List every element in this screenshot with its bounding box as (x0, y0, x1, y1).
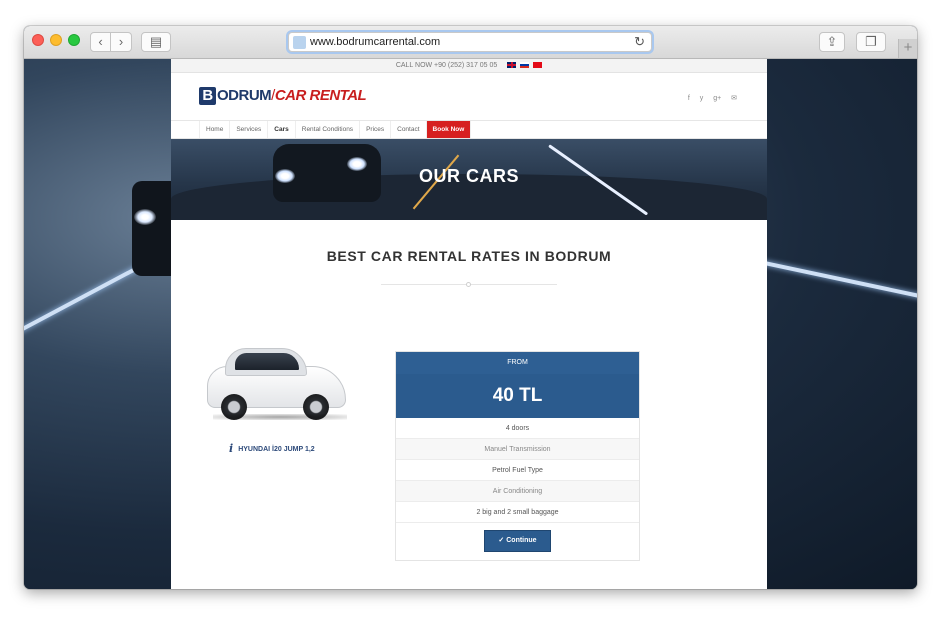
social-links: f y g+ ✉ (680, 94, 737, 102)
feature-fuel-type: Petrol Fuel Type (396, 460, 639, 481)
feature-air-conditioning: Air Conditioning (396, 481, 639, 502)
car-window (235, 353, 299, 370)
minimize-window-button[interactable] (50, 34, 62, 46)
car-name-link[interactable]: i HYUNDAI İ20 JUMP 1,2 (229, 442, 315, 455)
new-tab-button[interactable]: + (898, 39, 917, 58)
price-from-label: FROM (396, 352, 639, 374)
browser-toolbar: ‹ › ▤ www.bodrumcarrental.com ↻ ⇪ ❐ + (24, 26, 917, 59)
call-now-text: CALL NOW +90 (252) 317 05 05 (395, 62, 498, 69)
site-header: B ODRUM/CAR RENTAL f y g+ ✉ (171, 73, 767, 120)
logo-main-text: ODRUM (217, 87, 272, 104)
section-title: BEST CAR RENTAL RATES IN BODRUM (326, 248, 612, 264)
car-image[interactable] (207, 348, 350, 420)
background-road-line (760, 260, 917, 302)
twitter-icon[interactable]: y (700, 95, 704, 102)
nav-book-now-button[interactable]: Book Now (426, 121, 472, 138)
nav-rental-conditions[interactable]: Rental Conditions (296, 121, 361, 138)
website-page: CALL NOW +90 (252) 317 05 05 B ODRUM/CAR … (171, 59, 767, 589)
nav-home[interactable]: Home (199, 121, 231, 138)
feature-baggage: 2 big and 2 small baggage (396, 502, 639, 523)
feature-transmission: Manuel Transmission (396, 439, 639, 460)
maximize-window-button[interactable] (68, 34, 80, 46)
main-navigation: Home Services Cars Rental Conditions Pri… (171, 120, 767, 139)
car-name-text: HYUNDAI İ20 JUMP 1,2 (238, 446, 315, 453)
flag-ru-icon[interactable] (520, 62, 530, 68)
top-contact-bar: CALL NOW +90 (252) 317 05 05 (171, 59, 767, 73)
browser-window: ‹ › ▤ www.bodrumcarrental.com ↻ ⇪ ❐ + CA… (24, 26, 917, 589)
hero-title: OUR CARS (418, 166, 519, 186)
page-viewport: CALL NOW +90 (252) 317 05 05 B ODRUM/CAR … (24, 59, 917, 589)
url-text: www.bodrumcarrental.com (310, 36, 441, 48)
plus-icon: + (903, 39, 913, 56)
google-plus-icon[interactable]: g+ (713, 95, 721, 102)
chevron-right-icon: › (118, 34, 124, 49)
nav-contact[interactable]: Contact (391, 121, 427, 138)
tabs-overview-button[interactable]: ❐ (856, 32, 886, 52)
flag-uk-icon[interactable] (507, 62, 517, 68)
logo-initial: B (199, 87, 216, 105)
feature-doors: 4 doors (396, 418, 639, 439)
flag-tr-icon[interactable] (533, 62, 543, 68)
hero-banner: OUR CARS (171, 139, 767, 220)
price-box: FROM 40 TL 4 doors Manuel Transmission P… (395, 351, 640, 561)
close-window-button[interactable] (32, 34, 44, 46)
back-button[interactable]: ‹ (90, 32, 111, 52)
section-divider (381, 282, 557, 287)
car-shadow (213, 414, 347, 420)
mail-icon[interactable]: ✉ (731, 95, 737, 102)
share-icon: ⇪ (826, 34, 838, 49)
language-flags (505, 59, 543, 73)
share-button[interactable]: ⇪ (819, 32, 845, 52)
price-value: 40 TL (396, 374, 639, 418)
nav-prices[interactable]: Prices (360, 121, 392, 138)
address-bar[interactable]: www.bodrumcarrental.com ↻ (288, 32, 652, 52)
continue-button[interactable]: ✓ Continue (484, 530, 551, 552)
sidebar-icon: ▤ (149, 34, 163, 49)
facebook-icon[interactable]: f (688, 95, 690, 102)
background-car (132, 181, 172, 276)
sidebar-toggle-button[interactable]: ▤ (141, 32, 171, 52)
logo-sub-text: CAR RENTAL (274, 87, 367, 104)
chevron-left-icon: ‹ (98, 34, 103, 49)
background-headlight (134, 209, 156, 225)
nav-services[interactable]: Services (230, 121, 269, 138)
tabs-icon: ❐ (865, 34, 877, 49)
info-icon: i (229, 442, 234, 455)
nav-cars[interactable]: Cars (268, 121, 296, 138)
favicon-icon (293, 36, 306, 49)
reload-icon[interactable]: ↻ (634, 34, 645, 50)
site-logo[interactable]: B ODRUM/CAR RENTAL (199, 87, 367, 105)
forward-button[interactable]: › (111, 32, 132, 52)
divider-dot (466, 282, 471, 287)
